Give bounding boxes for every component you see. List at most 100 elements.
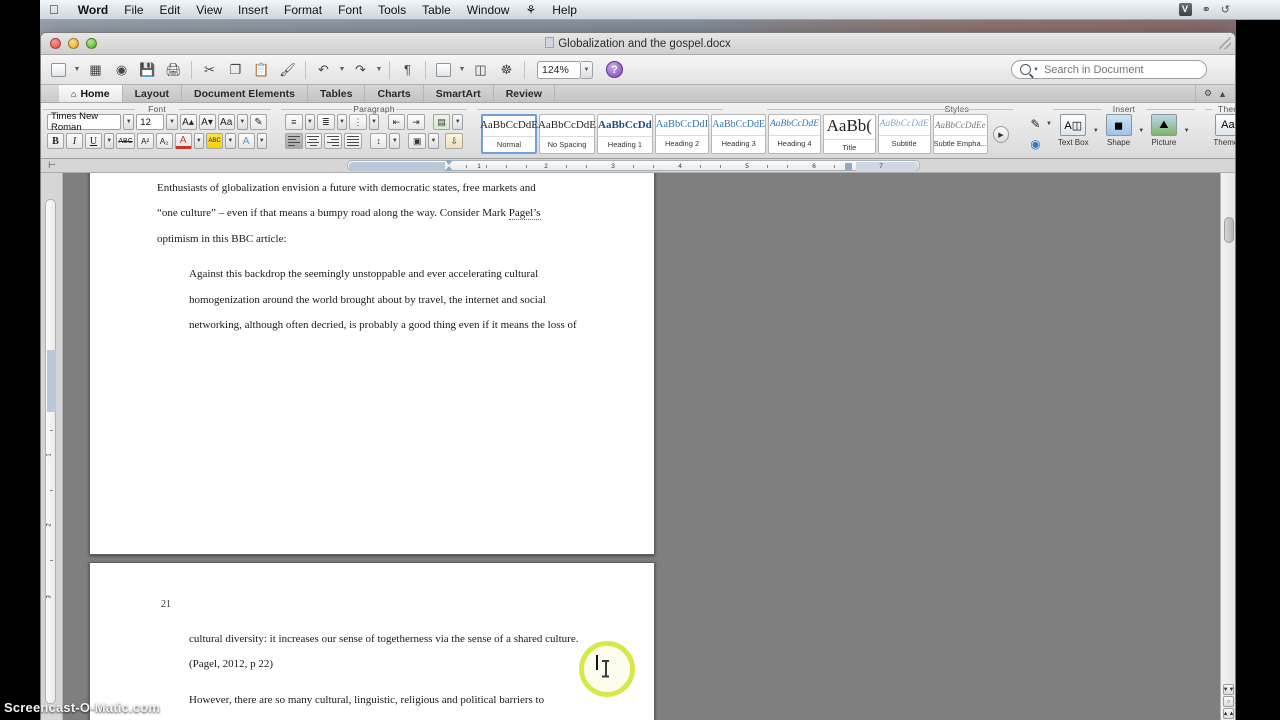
numbered-list-dropdown[interactable]: ▼ [336, 114, 348, 130]
picture-dropdown[interactable]: ▼ [1182, 123, 1191, 139]
hanging-indent-marker[interactable] [445, 166, 453, 171]
undo-icon[interactable]: ↶ [312, 59, 335, 81]
open-gallery-icon[interactable]: ▦ [84, 59, 107, 81]
style-heading-4[interactable]: AaBbCcDdE Heading 4 [768, 114, 821, 154]
insert-text-box-button[interactable]: A◫ Text Box [1057, 114, 1089, 158]
text-effects-button[interactable]: A [237, 133, 255, 149]
font-name-dropdown[interactable]: ▼ [123, 114, 135, 130]
style-heading-1[interactable]: AaBbCcDd Heading 1 [597, 114, 653, 154]
vmware-icon[interactable]: V [1178, 3, 1192, 16]
help-button[interactable]: ? [606, 61, 623, 78]
page-1-body[interactable]: Enthusiasts of globalization envision a … [157, 176, 593, 338]
style-heading-3[interactable]: AaBbCcDdE Heading 3 [711, 114, 767, 154]
zoom-dropdown[interactable]: ▼ [581, 60, 593, 79]
insert-picture-button[interactable]: ⛰ Picture [1148, 114, 1180, 158]
align-right-icon[interactable] [324, 133, 342, 149]
line-spacing-icon[interactable]: ↕ [369, 133, 388, 149]
justify-icon[interactable] [343, 133, 362, 149]
redo-icon[interactable]: ↷ [349, 59, 372, 81]
menu-item-view[interactable]: View [188, 0, 230, 20]
font-name-input[interactable]: Times New Roman [47, 111, 122, 133]
print-icon[interactable]: 🖨 [162, 59, 185, 81]
bullet-list-dropdown[interactable]: ▼ [304, 114, 316, 130]
clear-formatting-icon[interactable]: ✎ [249, 114, 267, 130]
zoom-button[interactable] [86, 38, 97, 49]
page-2-body[interactable]: cultural diversity: it increases our sen… [157, 627, 593, 720]
shading-dropdown[interactable]: ▼ [428, 133, 439, 149]
menu-item-tools[interactable]: Tools [370, 0, 414, 20]
style-title[interactable]: AaBb( Title [822, 114, 876, 154]
format-painter-icon[interactable]: 🖌 [276, 59, 299, 81]
paste-icon[interactable]: 📋 [250, 59, 273, 81]
tab-home[interactable]: ⌂ Home [59, 85, 123, 102]
next-page-icon[interactable]: ▼▼ [1223, 684, 1234, 695]
text-effects-dropdown[interactable]: ▼ [256, 133, 267, 149]
document-pages[interactable]: Enthusiasts of globalization envision a … [63, 173, 1220, 720]
more-styles-icon[interactable]: ▶ [992, 126, 1009, 143]
ruler-corner-button[interactable]: ⊢ [41, 159, 63, 173]
tab-smartart[interactable]: SmartArt [423, 85, 494, 102]
menu-item-word[interactable]: Word [70, 0, 116, 20]
menu-item-edit[interactable]: Edit [152, 0, 189, 20]
apple-icon[interactable]:  [40, 3, 70, 16]
sort-icon[interactable]: ⇩ [445, 133, 464, 149]
previous-page-icon[interactable]: ▲▲ [1223, 708, 1234, 719]
horizontal-ruler[interactable]: 1 2 3 4 5 6 7 [347, 160, 920, 171]
line-spacing-dropdown[interactable]: ▼ [389, 133, 401, 149]
document-page-1[interactable]: Enthusiasts of globalization envision a … [89, 173, 655, 555]
shrink-font-icon[interactable]: A▾ [198, 114, 216, 130]
style-normal[interactable]: AaBbCcDdE Normal [480, 114, 538, 154]
document-page-2[interactable]: 21 cultural diversity: it increases our … [89, 562, 655, 720]
close-button[interactable] [50, 38, 61, 49]
style-no-spacing[interactable]: AaBbCcDdE No Spacing [538, 114, 596, 154]
decrease-indent-icon[interactable]: ⇤ [387, 114, 406, 130]
gear-icon[interactable]: ⚙ [1204, 88, 1212, 99]
style-subtitle[interactable]: AaBbCcDdE Subtitle [877, 114, 931, 154]
menu-item-format[interactable]: Format [276, 0, 330, 20]
underline-button[interactable]: U [85, 133, 102, 149]
copy-icon[interactable]: ❐ [224, 59, 247, 81]
select-browse-object-icon[interactable]: ○ [1223, 696, 1234, 707]
change-case-dropdown[interactable]: ▼ [236, 114, 248, 130]
borders-dropdown[interactable]: ▼ [452, 114, 464, 130]
cut-icon[interactable]: ✂ [198, 59, 221, 81]
right-indent-marker[interactable] [845, 163, 852, 170]
tab-document-elements[interactable]: Document Elements [182, 85, 308, 102]
sidebar-dropdown[interactable]: ▼ [458, 59, 466, 81]
window-resize-grip[interactable] [1219, 37, 1231, 49]
search-box[interactable]: ▼ [1011, 60, 1207, 79]
menu-item-help[interactable]: Help [544, 0, 585, 20]
numbered-list-icon[interactable]: ≣ [317, 114, 335, 130]
increase-indent-icon[interactable]: ⇥ [407, 114, 425, 130]
scrollbar-thumb[interactable] [1223, 217, 1234, 243]
highlight-button[interactable]: ABC [206, 133, 224, 149]
grow-font-icon[interactable]: A▴ [179, 114, 197, 130]
font-color-button[interactable]: A [174, 133, 192, 149]
change-case-icon[interactable]: Aa [217, 114, 235, 130]
save-as-webpage-icon[interactable]: ◉ [110, 59, 133, 81]
style-subtle-emphasis[interactable]: AaBbCcDdEe Subtle Empha... [932, 114, 988, 154]
insert-shape-button[interactable]: ◼ Shape [1102, 114, 1134, 158]
menu-item-insert[interactable]: Insert [230, 0, 276, 20]
font-size-dropdown[interactable]: ▼ [166, 114, 178, 130]
text-box-dropdown[interactable]: ▼ [1091, 123, 1100, 139]
bold-button[interactable]: B [47, 133, 64, 149]
subscript-button[interactable]: A₂ [155, 133, 173, 149]
strikethrough-button[interactable]: ABC [116, 133, 135, 149]
tab-layout[interactable]: Layout [122, 85, 183, 102]
shape-dropdown[interactable]: ▼ [1137, 123, 1146, 139]
font-size-input[interactable]: 12 [136, 114, 165, 130]
multilevel-list-icon[interactable]: ⋮ [349, 114, 367, 130]
zoom-value[interactable]: 124% [537, 60, 581, 79]
time-machine-icon[interactable]: ↺ [1221, 3, 1230, 16]
redo-dropdown[interactable]: ▼ [375, 59, 383, 81]
new-document-dropdown[interactable]: ▼ [73, 59, 81, 81]
chevron-up-icon[interactable]: ▲ [1218, 89, 1227, 99]
chevron-down-icon[interactable]: ▼ [1033, 67, 1039, 73]
media-browser-icon[interactable]: ☸ [495, 59, 518, 81]
notebook-icon[interactable]: ◫ [469, 59, 492, 81]
tab-review[interactable]: Review [493, 85, 555, 102]
tab-tables[interactable]: Tables [308, 85, 366, 102]
multilevel-list-dropdown[interactable]: ▼ [368, 114, 380, 130]
menu-item-file[interactable]: File [116, 0, 151, 20]
